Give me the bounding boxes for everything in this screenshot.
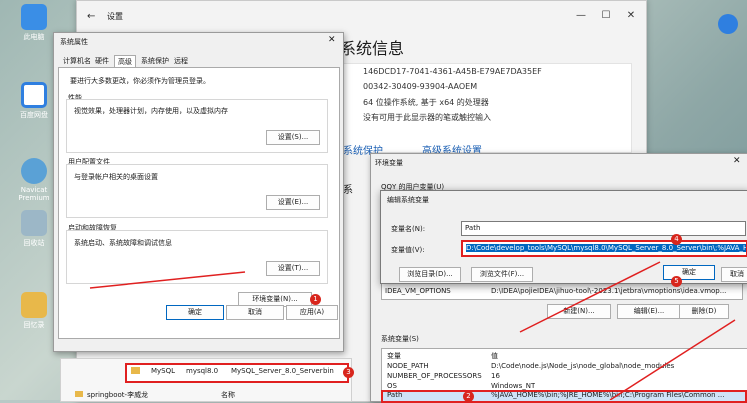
arrow-2 (609, 319, 736, 400)
arrow-4 (519, 261, 661, 333)
arrow-1 (89, 271, 246, 289)
annotation-arrows (89, 261, 736, 400)
